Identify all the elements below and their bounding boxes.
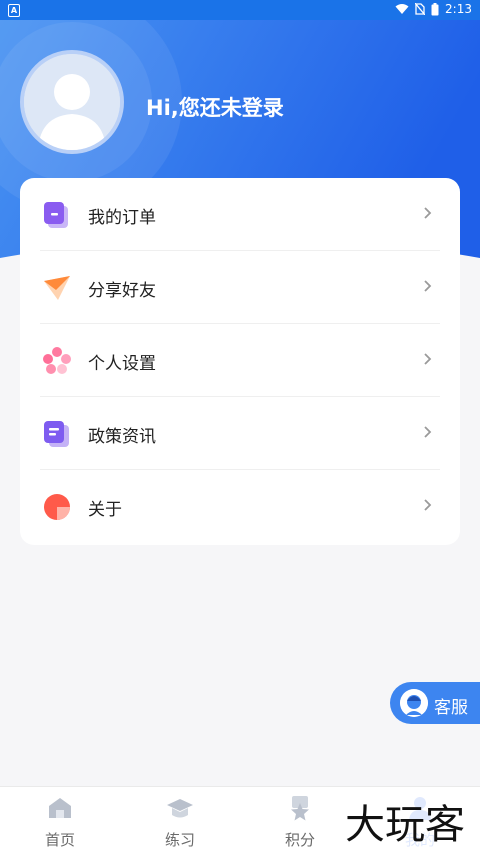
news-icon xyxy=(44,421,69,447)
share-icon xyxy=(44,276,70,300)
status-icons: 2:13 xyxy=(395,2,472,16)
menu-label: 个人设置 xyxy=(88,354,156,374)
battery-icon xyxy=(431,2,439,15)
menu-item-settings[interactable]: 个人设置 xyxy=(20,324,460,397)
tab-label: 练习 xyxy=(164,831,195,849)
watermark-text: 大玩客 xyxy=(345,802,465,848)
wifi-icon xyxy=(395,4,409,14)
chevron-right-icon xyxy=(424,499,432,511)
chevron-right-icon xyxy=(424,353,432,365)
menu-label: 分享好友 xyxy=(88,281,156,301)
menu-item-policy-news[interactable]: 政策资讯 xyxy=(20,397,460,470)
order-icon xyxy=(44,202,68,228)
avatar[interactable] xyxy=(20,50,124,154)
customer-service-label: 客服 xyxy=(434,698,468,718)
menu-card: 我的订单 分享好友 个人设置 政策资讯 关于 xyxy=(20,178,460,545)
graduation-cap-icon xyxy=(167,799,193,818)
user-silhouette-icon xyxy=(24,54,120,150)
menu-label: 政策资讯 xyxy=(88,427,156,447)
menu-label: 我的订单 xyxy=(88,208,156,228)
menu-item-share[interactable]: 分享好友 xyxy=(20,251,460,324)
menu-item-about[interactable]: 关于 xyxy=(20,470,460,543)
chevron-right-icon xyxy=(424,426,432,438)
login-prompt[interactable]: Hi,您还未登录 xyxy=(146,92,284,122)
customer-service-button[interactable]: 客服 xyxy=(390,682,480,724)
tab-practice[interactable]: 练习 xyxy=(120,787,240,853)
app-notification-icon: A xyxy=(8,4,20,17)
about-icon xyxy=(44,494,70,520)
tab-label: 首页 xyxy=(44,831,75,849)
settings-icon xyxy=(43,347,71,374)
status-bar: A 2:13 xyxy=(0,0,480,20)
chevron-right-icon xyxy=(424,207,432,219)
menu-item-orders[interactable]: 我的订单 xyxy=(20,178,460,251)
chevron-right-icon xyxy=(424,280,432,292)
menu-label: 关于 xyxy=(88,500,122,520)
points-icon xyxy=(291,796,309,821)
no-sim-icon xyxy=(415,3,426,15)
home-icon xyxy=(49,798,71,818)
watermark-logo: 大玩客 xyxy=(330,796,480,852)
tab-home[interactable]: 首页 xyxy=(0,787,120,853)
customer-service-icon xyxy=(400,689,428,717)
status-time: 2:13 xyxy=(445,2,472,16)
